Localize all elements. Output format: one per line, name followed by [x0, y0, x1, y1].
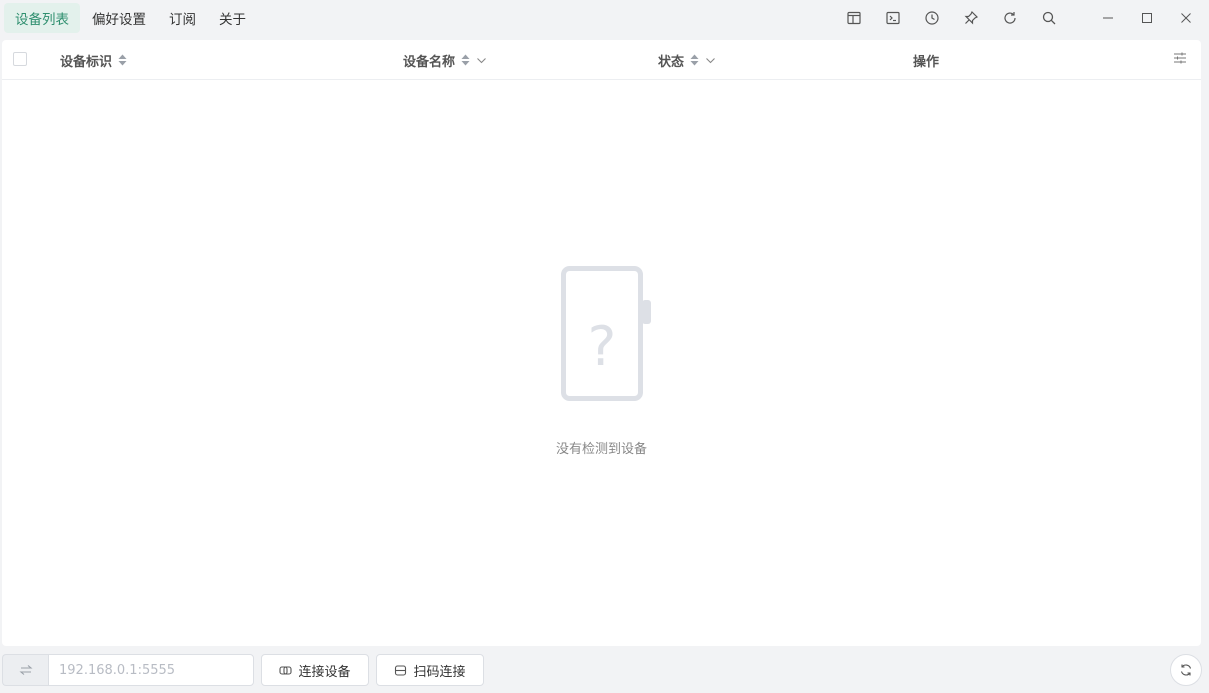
- menu-item-preferences[interactable]: 偏好设置: [81, 3, 157, 33]
- pin-icon[interactable]: [951, 0, 990, 36]
- empty-state: ? 没有检测到设备: [2, 40, 1201, 646]
- maximize-icon[interactable]: [1127, 0, 1166, 36]
- main-menu: 设备列表 偏好设置 订阅 关于: [4, 3, 258, 33]
- connect-device-button[interactable]: 连接设备: [261, 654, 369, 686]
- close-icon[interactable]: [1166, 0, 1205, 36]
- menu-item-device-list[interactable]: 设备列表: [4, 3, 80, 33]
- connect-device-label: 连接设备: [298, 664, 351, 680]
- scan-connect-label: 扫码连接: [413, 664, 466, 680]
- scan-connect-button[interactable]: 扫码连接: [376, 654, 484, 686]
- menu-item-about[interactable]: 关于: [208, 3, 257, 33]
- refresh-devices-button[interactable]: [1170, 654, 1202, 686]
- search-icon[interactable]: [1029, 0, 1068, 36]
- ip-address-input[interactable]: [48, 654, 254, 686]
- minimize-icon[interactable]: [1088, 0, 1127, 36]
- menu-item-subscribe[interactable]: 订阅: [158, 3, 207, 33]
- scan-icon: [395, 664, 407, 676]
- svg-text:?: ?: [588, 315, 617, 378]
- connection-type-icon[interactable]: [2, 654, 49, 686]
- history-icon[interactable]: [912, 0, 951, 36]
- empty-state-text: 没有检测到设备: [555, 442, 647, 457]
- titlebar: 设备列表 偏好设置 订阅 关于: [0, 0, 1209, 36]
- layout-icon[interactable]: [834, 0, 873, 36]
- link-icon: [279, 665, 293, 675]
- phone-question-icon: ?: [560, 265, 655, 407]
- device-table-panel: 设备标识 设备名称 状态 操作 ? 没有检测到设备: [2, 40, 1201, 646]
- window-controls: [1088, 0, 1205, 36]
- bottom-bar: 连接设备 扫码连接: [0, 651, 1209, 689]
- refresh-icon[interactable]: [990, 0, 1029, 36]
- toolbar: [834, 0, 1068, 36]
- terminal-icon[interactable]: [873, 0, 912, 36]
- sync-icon: [1180, 664, 1192, 676]
